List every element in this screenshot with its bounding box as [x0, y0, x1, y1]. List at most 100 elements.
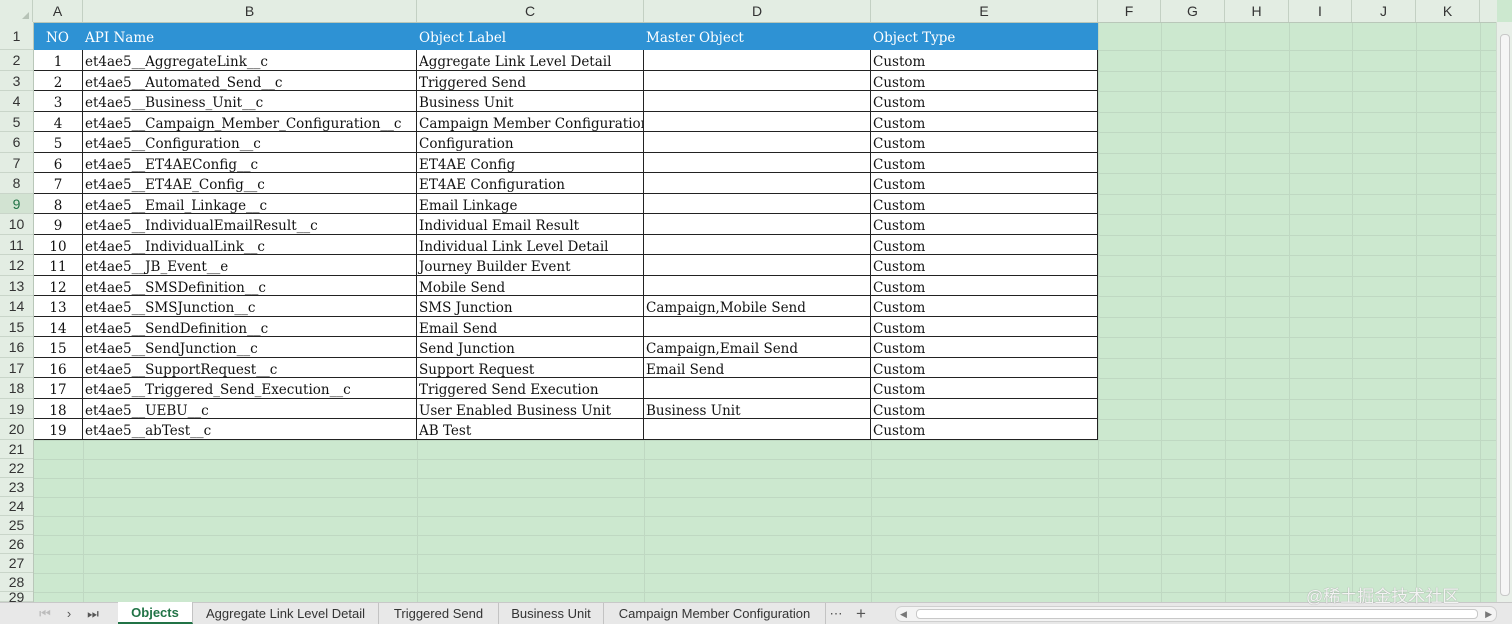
more-sheets-icon[interactable]: ⋯ [827, 603, 845, 624]
table-cell[interactable]: Business Unit [417, 91, 644, 112]
row-header-24[interactable]: 24 [0, 497, 33, 516]
table-cell[interactable]: et4ae5__ET4AEConfig__c [83, 153, 417, 173]
table-cell[interactable]: Campaign,Email Send [644, 337, 871, 358]
row-header-23[interactable]: 23 [0, 478, 33, 497]
table-cell[interactable]: Custom [871, 358, 1098, 378]
table-cell[interactable]: Business Unit [644, 399, 871, 419]
row-header-5[interactable]: 5 [0, 112, 33, 132]
vertical-scrollbar[interactable] [1496, 22, 1512, 602]
table-cell[interactable]: 12 [33, 276, 83, 296]
table-cell[interactable]: et4ae5__Campaign_Member_Configuration__c [83, 112, 417, 132]
table-cell[interactable]: Send Junction [417, 337, 644, 358]
table-cell[interactable] [644, 112, 871, 132]
table-cell[interactable]: et4ae5__Email_Linkage__c [83, 194, 417, 214]
table-header-cell[interactable]: Master Object [644, 22, 871, 50]
table-cell[interactable] [644, 91, 871, 112]
table-cell[interactable]: 14 [33, 317, 83, 337]
table-header-cell[interactable]: Object Label [417, 22, 644, 50]
column-header-k[interactable]: K [1416, 0, 1480, 22]
row-header-16[interactable]: 16 [0, 337, 33, 358]
column-header-b[interactable]: B [83, 0, 417, 22]
row-header-3[interactable]: 3 [0, 71, 33, 91]
table-cell[interactable]: 1 [33, 50, 83, 71]
table-cell[interactable]: et4ae5__abTest__c [83, 419, 417, 440]
row-header-1[interactable]: 1 [0, 22, 33, 50]
row-header-20[interactable]: 20 [0, 419, 33, 440]
row-header-29[interactable]: 29 [0, 590, 33, 604]
table-cell[interactable]: Custom [871, 276, 1098, 296]
last-sheet-icon[interactable]: ⏭ [84, 603, 102, 624]
table-cell[interactable]: Custom [871, 317, 1098, 337]
table-cell[interactable] [644, 378, 871, 399]
table-cell[interactable] [644, 132, 871, 153]
table-cell[interactable]: Configuration [417, 132, 644, 153]
table-cell[interactable]: et4ae5__SendJunction__c [83, 337, 417, 358]
row-header-25[interactable]: 25 [0, 516, 33, 535]
sheet-tab[interactable]: Business Unit [499, 603, 604, 624]
column-header-f[interactable]: F [1098, 0, 1161, 22]
row-header-19[interactable]: 19 [0, 399, 33, 419]
table-cell[interactable]: 4 [33, 112, 83, 132]
table-cell[interactable]: Campaign Member Configuration [417, 112, 644, 132]
table-cell[interactable]: 7 [33, 173, 83, 194]
row-header-27[interactable]: 27 [0, 554, 33, 573]
column-header-c[interactable]: C [417, 0, 644, 22]
table-cell[interactable]: 6 [33, 153, 83, 173]
table-cell[interactable]: Email Linkage [417, 194, 644, 214]
column-header-h[interactable]: H [1225, 0, 1289, 22]
horizontal-scrollbar[interactable]: ◀ ▶ [895, 606, 1497, 622]
sheet-tab[interactable]: Campaign Member Configuration [604, 603, 826, 624]
table-cell[interactable]: Triggered Send Execution [417, 378, 644, 399]
table-cell[interactable]: et4ae5__SMSJunction__c [83, 296, 417, 317]
table-cell[interactable]: Custom [871, 255, 1098, 276]
column-header-e[interactable]: E [871, 0, 1098, 22]
table-header-cell[interactable]: NO [33, 22, 83, 50]
table-cell[interactable]: 3 [33, 91, 83, 112]
table-header-cell[interactable]: API Name [83, 22, 417, 50]
table-cell[interactable]: et4ae5__Configuration__c [83, 132, 417, 153]
sheet-tab[interactable]: Triggered Send [379, 603, 499, 624]
row-header-4[interactable]: 4 [0, 91, 33, 112]
table-cell[interactable] [644, 71, 871, 91]
table-cell[interactable]: 19 [33, 419, 83, 440]
row-header-14[interactable]: 14 [0, 296, 33, 317]
table-cell[interactable]: et4ae5__UEBU__c [83, 399, 417, 419]
table-cell[interactable]: et4ae5__SMSDefinition__c [83, 276, 417, 296]
vertical-scroll-thumb[interactable] [1500, 34, 1510, 596]
table-cell[interactable] [644, 419, 871, 440]
table-cell[interactable] [644, 255, 871, 276]
table-cell[interactable]: et4ae5__JB_Event__e [83, 255, 417, 276]
table-cell[interactable] [644, 173, 871, 194]
table-cell[interactable]: Individual Email Result [417, 214, 644, 235]
row-header-13[interactable]: 13 [0, 276, 33, 296]
table-cell[interactable]: Custom [871, 153, 1098, 173]
table-cell[interactable] [644, 153, 871, 173]
column-header-a[interactable]: A [33, 0, 83, 22]
select-all-corner[interactable] [0, 0, 33, 22]
table-cell[interactable]: User Enabled Business Unit [417, 399, 644, 419]
add-sheet-icon[interactable]: + [852, 603, 870, 624]
sheet-tab[interactable]: Aggregate Link Level Detail [193, 603, 379, 624]
table-header-cell[interactable]: Object Type [871, 22, 1098, 50]
table-cell[interactable]: Custom [871, 296, 1098, 317]
row-header-15[interactable]: 15 [0, 317, 33, 337]
table-cell[interactable]: Custom [871, 132, 1098, 153]
table-cell[interactable] [644, 50, 871, 71]
table-cell[interactable]: Email Send [417, 317, 644, 337]
table-cell[interactable]: Individual Link Level Detail [417, 235, 644, 255]
table-cell[interactable]: Custom [871, 399, 1098, 419]
scroll-left-icon[interactable]: ◀ [900, 607, 907, 621]
table-cell[interactable]: 15 [33, 337, 83, 358]
table-cell[interactable]: et4ae5__Triggered_Send_Execution__c [83, 378, 417, 399]
table-cell[interactable]: Journey Builder Event [417, 255, 644, 276]
table-cell[interactable]: Custom [871, 112, 1098, 132]
table-cell[interactable]: et4ae5__AggregateLink__c [83, 50, 417, 71]
row-header-7[interactable]: 7 [0, 153, 33, 173]
table-cell[interactable]: Support Request [417, 358, 644, 378]
row-header-26[interactable]: 26 [0, 535, 33, 554]
row-header-17[interactable]: 17 [0, 358, 33, 378]
table-cell[interactable]: Custom [871, 91, 1098, 112]
table-cell[interactable]: Campaign,Mobile Send [644, 296, 871, 317]
table-cell[interactable]: 5 [33, 132, 83, 153]
table-cell[interactable]: SMS Junction [417, 296, 644, 317]
